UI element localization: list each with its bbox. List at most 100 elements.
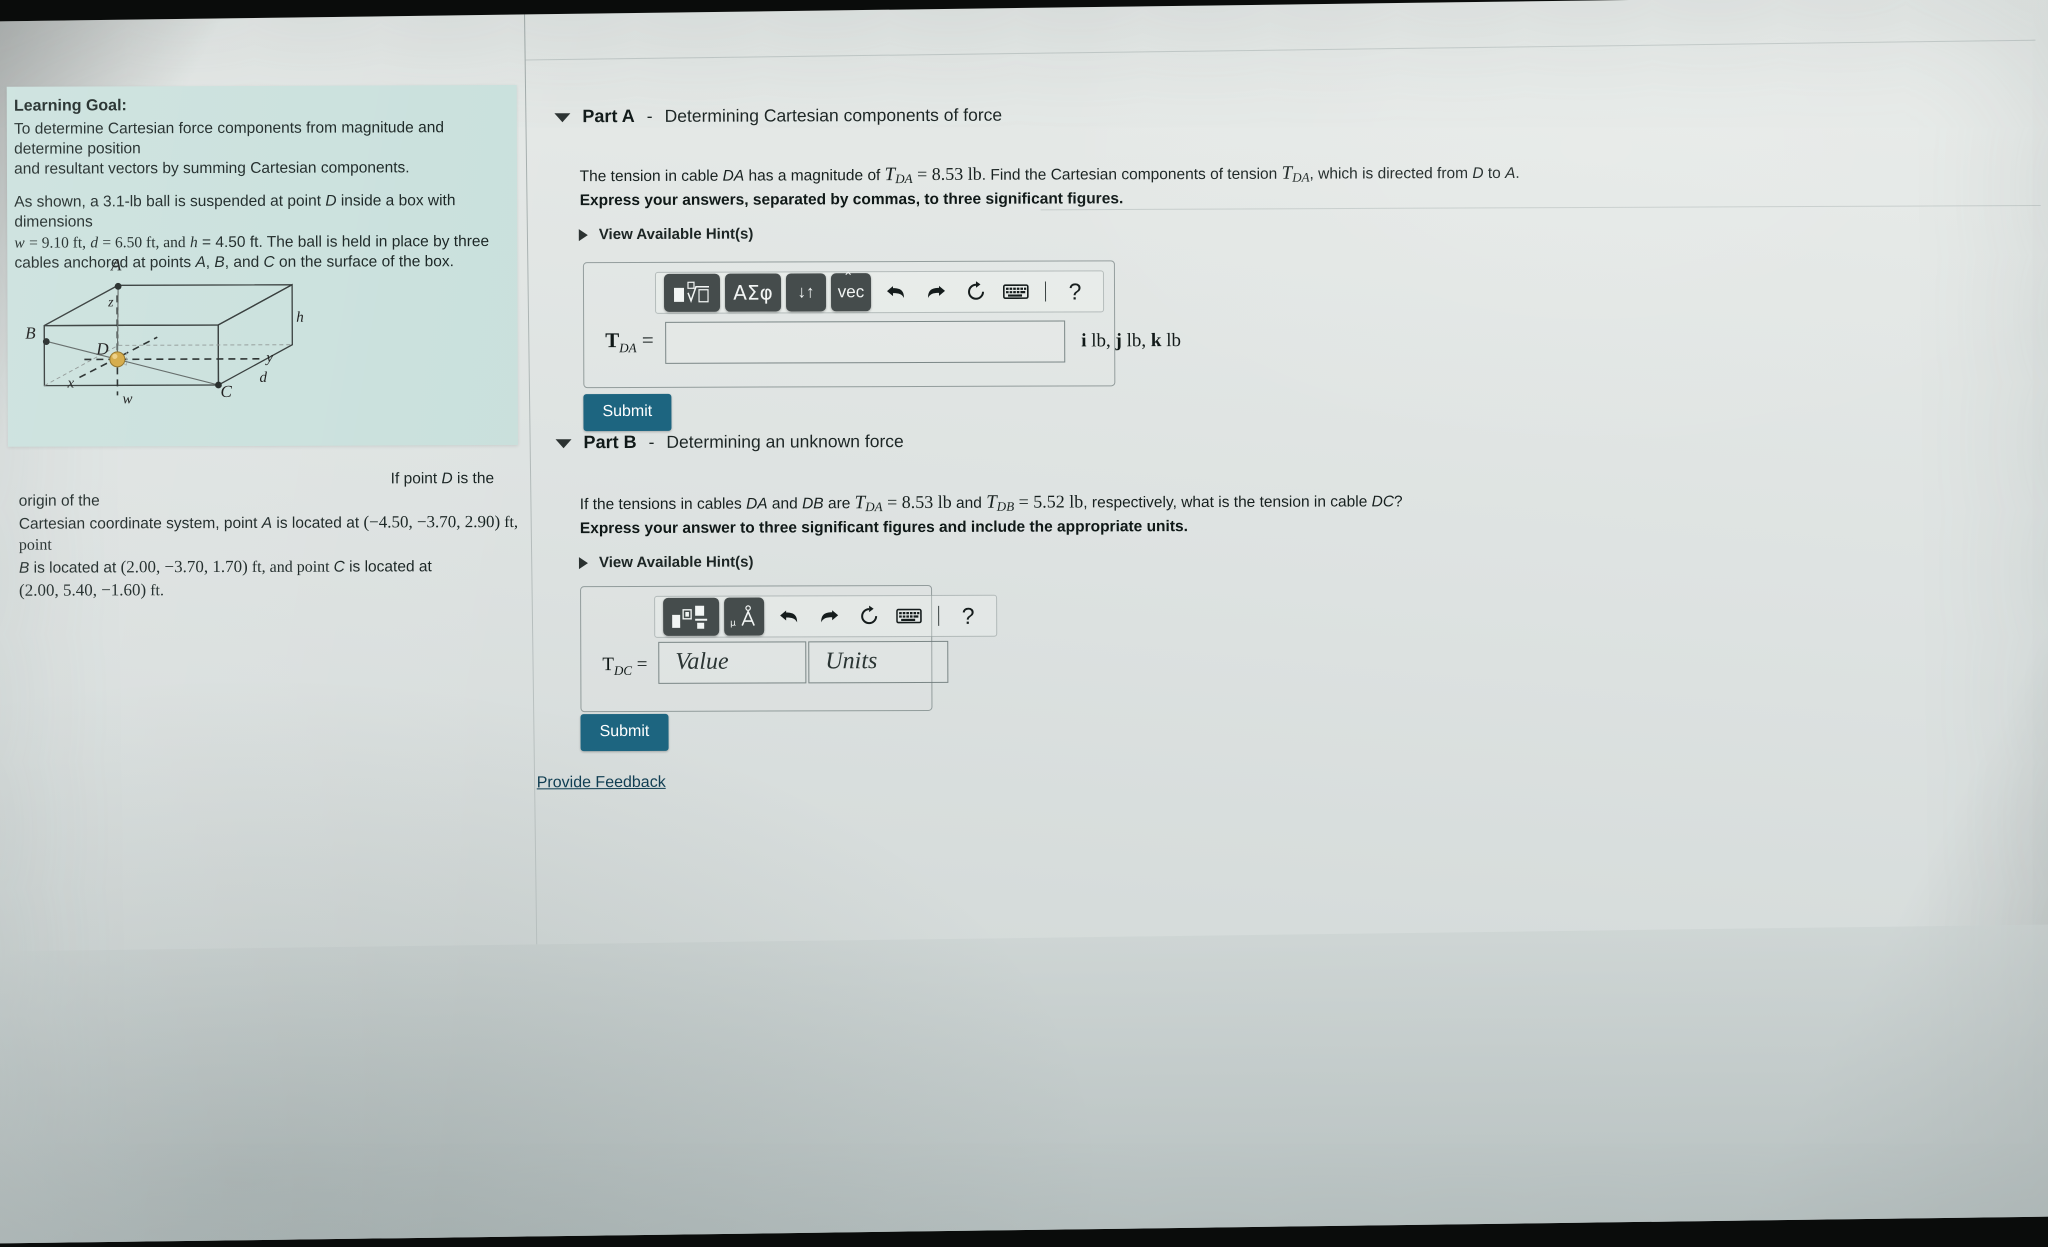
pa-q-end: .	[1515, 164, 1520, 182]
screen-surface: Learning Goal: To determine Cartesian fo…	[0, 0, 2048, 1244]
part-b-submit-button[interactable]: Submit	[580, 713, 669, 752]
diagram-dim-w: w	[122, 391, 133, 408]
pa-cable-da: DA	[722, 167, 745, 185]
toolbar-divider	[1044, 281, 1047, 302]
pa-t2-symbol: T	[1281, 162, 1293, 184]
problem-text: Learning Goal: To determine Cartesian fo…	[6, 87, 537, 274]
var-w-value: = 9.10 ft,	[29, 233, 87, 252]
units-key[interactable]: μ	[724, 597, 765, 636]
collapse-caret-icon-b[interactable]	[555, 439, 572, 449]
hint-caret-icon[interactable]	[578, 228, 588, 241]
part-a-hints-toggle[interactable]: View Available Hint(s)	[578, 225, 754, 244]
units-angstrom-icon: μ	[730, 605, 755, 629]
reset-icon-b[interactable]	[849, 597, 889, 635]
part-a-header[interactable]: Part A - Determining Cartesian component…	[554, 105, 1002, 128]
help-label-b: ?	[961, 602, 975, 629]
pb-and-2: and	[951, 494, 987, 512]
keyboard-icon[interactable]	[996, 273, 1036, 311]
part-b-units-input[interactable]: Units	[808, 640, 949, 684]
box-diagram-svg	[42, 282, 293, 396]
collapse-caret-icon[interactable]	[554, 113, 571, 123]
keyboard-glyph-icon	[1002, 284, 1029, 299]
diagram-dim-d: d	[259, 369, 267, 386]
coord-c-value: (2.00, 5.40, −1.60)	[18, 580, 147, 600]
pa-q-c: . Find the Cartesian components of tensi…	[981, 165, 1282, 184]
redo-arrow-icon	[928, 285, 946, 298]
part-b-hints-toggle[interactable]: View Available Hint(s)	[578, 554, 753, 572]
redo-icon-b[interactable]	[809, 597, 849, 635]
part-b-value-input[interactable]: Value	[658, 641, 807, 684]
closing-c-ref: C	[333, 558, 345, 576]
diagram-label-C: C	[220, 381, 232, 401]
part-a-lhs-label: TDA =	[605, 328, 654, 356]
pb-lhs-sub: DC	[613, 662, 633, 678]
move-arrows-key[interactable]: ↓↑	[785, 273, 827, 312]
pb-t1-value: = 8.53 lb	[882, 491, 952, 513]
pb-t1-sub: DA	[865, 499, 883, 515]
part-b-dash: -	[648, 431, 655, 452]
setup-text-a: As shown, a 3.1-lb ball is suspended at …	[14, 192, 326, 211]
pb-are: are	[823, 495, 855, 513]
pa-q-b: has a magnitude of	[744, 167, 885, 185]
part-a-input-value	[666, 321, 1064, 322]
pa-t-sub: DA	[895, 171, 913, 187]
closing-line-4: (2.00, 5.40, −1.60) ft.	[19, 578, 519, 603]
part-a-hint-label: View Available Hint(s)	[598, 225, 754, 244]
vector-key[interactable]: ⌃ vec	[830, 269, 872, 312]
template-sqrt-key[interactable]	[663, 273, 721, 312]
template-sqrt-icon	[673, 281, 709, 303]
learning-goal-line-1: To determine Cartesian force components …	[13, 118, 444, 158]
closing-line-1: If point D is the origin of the	[19, 469, 519, 512]
pb-lhs-t: T	[602, 654, 614, 676]
closing-line-2: Cartesian coordinate system, point A is …	[19, 511, 519, 557]
diagram-axis-y: y	[266, 349, 274, 366]
help-icon[interactable]: ?	[1055, 272, 1095, 310]
part-a-label: Part A	[582, 105, 635, 127]
part-a-math-toolbar[interactable]: ΑΣφ ↓↑ ⌃ vec ?	[654, 269, 1105, 314]
setup-line-1: As shown, a 3.1-lb ball is suspended at …	[14, 191, 492, 233]
pb-lhs-eq: =	[636, 653, 648, 675]
pb-cable-db: DB	[802, 495, 824, 513]
page-bottom-area	[0, 924, 2048, 1244]
greek-symbols-key[interactable]: ΑΣφ	[724, 273, 782, 312]
box-diagram: A B C D z y x w d h	[22, 255, 313, 418]
part-b-subtitle: Determining an unknown force	[666, 431, 904, 452]
help-icon-b[interactable]: ?	[948, 597, 988, 635]
pb-q-a: If the tensions in cables	[579, 495, 747, 514]
pa-t-value: = 8.53 lb	[912, 163, 982, 185]
part-b-math-toolbar[interactable]: μ ?	[654, 594, 998, 638]
part-a-answer-input[interactable]	[665, 320, 1066, 364]
part-a-units-note: i lb, j lb, k lb	[1081, 330, 1182, 352]
toolbar-divider-b	[938, 605, 940, 626]
var-d-value: = 6.50 ft, and	[102, 233, 186, 251]
diagram-axis-x: x	[67, 375, 75, 392]
part-b-header[interactable]: Part B - Determining an unknown force	[555, 431, 904, 453]
undo-icon[interactable]	[876, 273, 916, 311]
undo-icon-b[interactable]	[769, 597, 809, 635]
part-b-value-placeholder: Value	[675, 648, 729, 675]
provide-feedback-link[interactable]: Provide Feedback	[537, 774, 666, 792]
pb-cable-da: DA	[746, 495, 768, 513]
template-boxes-key[interactable]	[663, 597, 720, 636]
part-a-question: The tension in cable DA has a magnitude …	[580, 159, 1520, 191]
reset-icon[interactable]	[956, 273, 996, 311]
keyboard-icon-b[interactable]	[889, 597, 929, 635]
diagram-label-A: A	[110, 255, 122, 275]
closing-c: Cartesian coordinate system, point	[18, 514, 262, 533]
hint-caret-icon-b[interactable]	[578, 556, 588, 569]
closing-g: ft, and point	[247, 558, 334, 576]
part-a-submit-button[interactable]: Submit	[583, 393, 672, 432]
closing-f: is located at	[29, 559, 121, 577]
coord-a-value: (−4.50, −3.70, 2.90)	[363, 511, 501, 532]
redo-icon[interactable]	[916, 273, 956, 311]
undo-arrow-icon-b	[780, 610, 798, 623]
var-h: h	[189, 233, 198, 251]
svg-text:μ: μ	[730, 619, 736, 629]
learning-goal-title: Learning Goal:	[13, 97, 127, 115]
help-label: ?	[1068, 277, 1082, 304]
reset-circular-arrow-icon	[968, 281, 985, 300]
pa-lhs-sub: DA	[619, 340, 637, 356]
greek-key-label: ΑΣφ	[733, 280, 773, 305]
screen-photo: Learning Goal: To determine Cartesian fo…	[0, 0, 2048, 1247]
closing-i: ft.	[146, 582, 165, 600]
